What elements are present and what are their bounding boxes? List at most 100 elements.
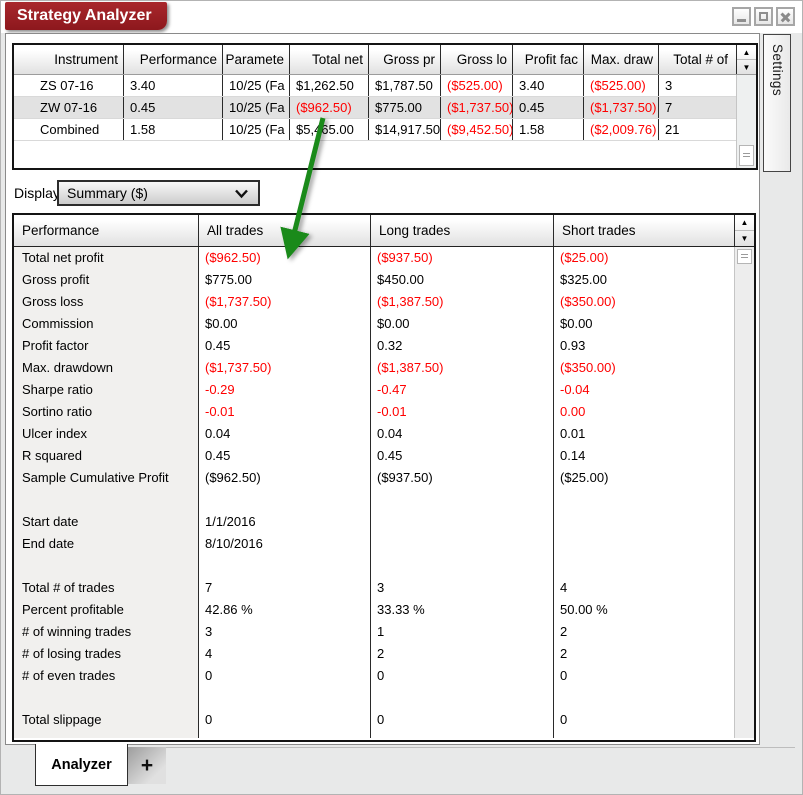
row-label: Start date [14, 511, 198, 533]
cell: 10/25 (Fa [222, 119, 289, 140]
cell: 21 [658, 119, 733, 140]
table-row[interactable]: ZS 07-163.4010/25 (Fa$1,262.50$1,787.50(… [14, 75, 756, 97]
cell: ($1,737.50) [440, 97, 512, 118]
display-dropdown[interactable]: Summary ($) [57, 180, 260, 206]
cell: 2 [370, 643, 553, 665]
row-label: Ulcer index [14, 423, 198, 445]
cell: Combined [14, 119, 123, 140]
close-button[interactable] [776, 7, 795, 26]
column-header[interactable]: All trades [198, 215, 370, 246]
maximize-button[interactable] [754, 7, 773, 26]
row-label: Gross loss [14, 291, 198, 313]
tab-settings[interactable]: Settings [763, 34, 791, 172]
cell: ZW 07-16 [14, 97, 123, 118]
cell: 0.04 [370, 423, 553, 445]
minimize-button[interactable] [732, 7, 751, 26]
scroll-up-icon[interactable]: ▲ [735, 215, 754, 230]
row-label [14, 555, 198, 577]
column-header[interactable]: Paramete [222, 45, 289, 74]
row-label: Sharpe ratio [14, 379, 198, 401]
cell: $5,465.00 [289, 119, 368, 140]
cell: ($1,387.50) [370, 291, 553, 313]
cell: $1,787.50 [368, 75, 440, 96]
row-label: Commission [14, 313, 198, 335]
cell: 0.32 [370, 335, 553, 357]
table-row[interactable]: ZW 07-160.4510/25 (Fa($962.50)$775.00($1… [14, 97, 756, 119]
column-header[interactable]: Short trades [553, 215, 734, 246]
table-row[interactable]: Combined1.5810/25 (Fa$5,465.00$14,917.50… [14, 119, 756, 141]
summary-grid-scrollbar[interactable] [734, 247, 754, 738]
add-tab-button[interactable]: + [128, 747, 166, 784]
summary-grid-header: PerformanceAll tradesLong tradesShort tr… [14, 215, 754, 247]
summary-row: Ulcer index0.040.040.01 [14, 423, 754, 445]
cell: 3 [370, 577, 553, 599]
column-header[interactable]: Performance [123, 45, 222, 74]
window-title[interactable]: Strategy Analyzer [5, 2, 167, 30]
column-header[interactable]: Instrument [14, 45, 123, 74]
cell: 1 [370, 621, 553, 643]
results-grid-header: InstrumentPerformanceParameteTotal netGr… [14, 45, 756, 75]
column-header[interactable]: Long trades [370, 215, 553, 246]
column-header[interactable]: Total # of [658, 45, 733, 74]
cell: ($962.50) [198, 247, 370, 269]
tab-analyzer[interactable]: Analyzer [35, 744, 128, 786]
cell: 1.58 [123, 119, 222, 140]
cell: ($1,387.50) [370, 357, 553, 379]
cell: ($350.00) [553, 357, 734, 379]
summary-row: Total slippage000 [14, 709, 754, 731]
cell: 10/25 (Fa [222, 97, 289, 118]
summary-row: # of losing trades422 [14, 643, 754, 665]
row-label: Total net profit [14, 247, 198, 269]
cell [370, 687, 553, 709]
cell [553, 489, 734, 511]
cell: 33.33 % [370, 599, 553, 621]
column-header[interactable]: Performance [14, 215, 198, 246]
results-grid-scrollbar[interactable] [736, 75, 756, 168]
scroll-up-icon[interactable]: ▲ [737, 45, 756, 59]
column-header[interactable]: Max. draw [583, 45, 658, 74]
row-label: Sample Cumulative Profit [14, 467, 198, 489]
scroll-down-icon[interactable]: ▼ [737, 59, 756, 74]
cell: 0.01 [553, 423, 734, 445]
cell: 4 [198, 643, 370, 665]
cell: -0.29 [198, 379, 370, 401]
cell: 2 [553, 643, 734, 665]
cell: -0.47 [370, 379, 553, 401]
cell [370, 511, 553, 533]
summary-row: Start date1/1/2016 [14, 511, 754, 533]
summary-row: Max. drawdown($1,737.50)($1,387.50)($350… [14, 357, 754, 379]
cell: ($2,009.76) [583, 119, 658, 140]
summary-row: Sharpe ratio-0.29-0.47-0.04 [14, 379, 754, 401]
column-header[interactable]: Gross lo [440, 45, 512, 74]
scrollbar-thumb[interactable] [737, 249, 752, 264]
tabstrip-divider [128, 747, 795, 748]
cell [553, 511, 734, 533]
cell [370, 555, 553, 577]
cell: 7 [198, 577, 370, 599]
row-label [14, 489, 198, 511]
column-divider [370, 247, 371, 738]
plus-icon: + [141, 754, 153, 778]
cell: 0.45 [198, 335, 370, 357]
row-label: Max. drawdown [14, 357, 198, 379]
column-header[interactable]: Gross pr [368, 45, 440, 74]
summary-row: Total net profit($962.50)($937.50)($25.0… [14, 247, 754, 269]
summary-grid: PerformanceAll tradesLong tradesShort tr… [12, 213, 756, 742]
cell [553, 533, 734, 555]
column-header[interactable]: Total net [289, 45, 368, 74]
cell: $775.00 [198, 269, 370, 291]
cell: 0.45 [123, 97, 222, 118]
cell [198, 555, 370, 577]
cell: 3 [198, 621, 370, 643]
scroll-down-icon[interactable]: ▼ [735, 230, 754, 246]
cell: ($937.50) [370, 247, 553, 269]
scrollbar-thumb[interactable] [739, 145, 754, 166]
cell: 4 [553, 577, 734, 599]
column-header[interactable]: Profit fac [512, 45, 583, 74]
cell: $14,917.50 [368, 119, 440, 140]
summary-grid-scrollbar-buttons: ▲ ▼ [734, 215, 754, 246]
summary-row: Total # of trades734 [14, 577, 754, 599]
cell: $450.00 [370, 269, 553, 291]
cell: ZS 07-16 [14, 75, 123, 96]
results-grid-scrollbar-buttons: ▲ ▼ [736, 45, 756, 74]
